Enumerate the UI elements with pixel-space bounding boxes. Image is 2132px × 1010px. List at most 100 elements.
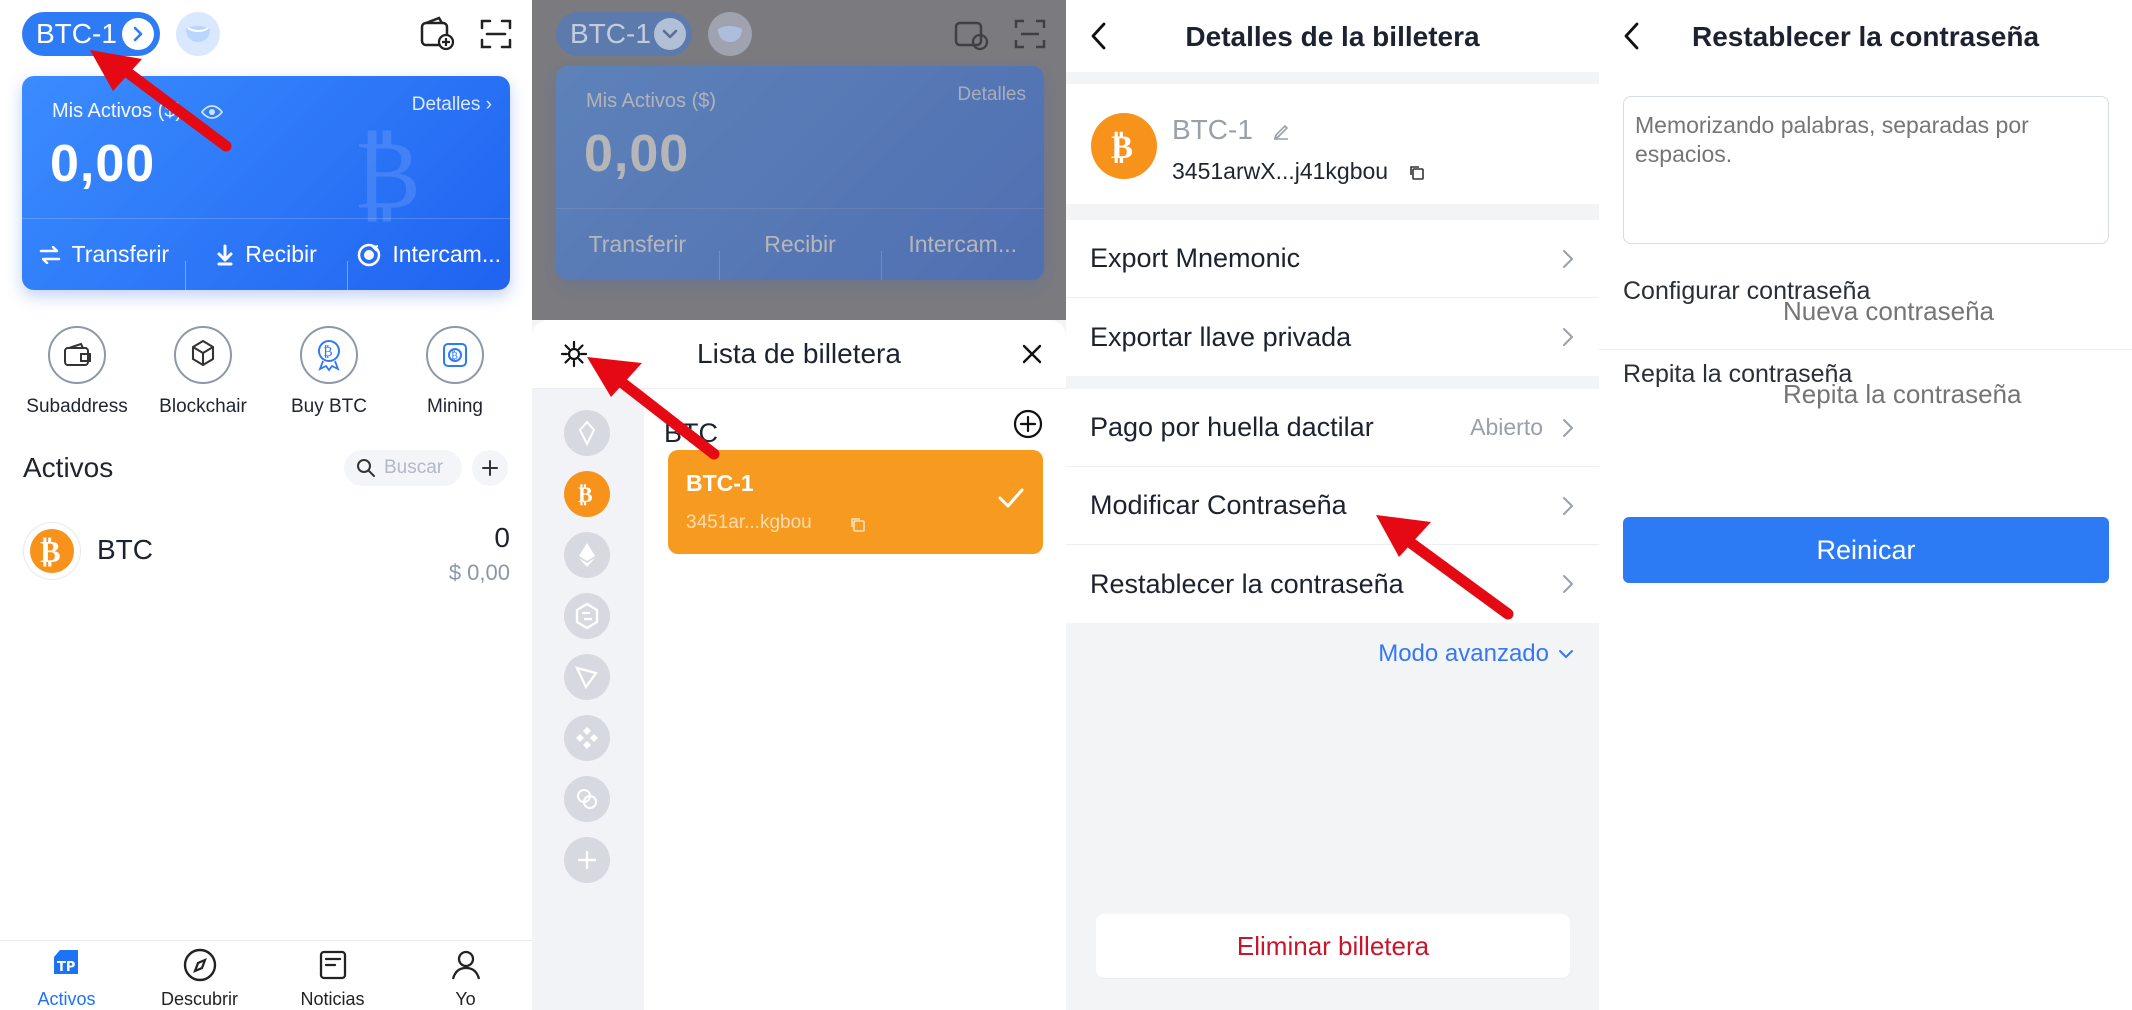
wallet-info-card: ₿ BTC-1 3451arwX...j41kgbou [1066, 84, 1599, 204]
checkmark-icon [997, 486, 1025, 510]
eye-icon[interactable] [200, 103, 224, 121]
quick-link-blockchair[interactable]: Blockchair [141, 326, 265, 418]
new-password-input[interactable] [1783, 291, 2109, 331]
bitcoin-icon: ₿ [1091, 113, 1157, 179]
nav-label: Activos [37, 989, 96, 1009]
quick-link-label: Buy BTC [290, 396, 368, 417]
export-mnemonic-row[interactable]: Export Mnemonic [1066, 220, 1599, 298]
receive-button[interactable]: Recibir [184, 241, 348, 290]
details-header: Detalles de la billetera [1066, 0, 1599, 72]
quick-link-buy-btc[interactable]: ₿ Buy BTC [267, 326, 391, 418]
exchange-button[interactable]: Intercam... [347, 241, 510, 290]
chevron-right-icon [1561, 248, 1575, 270]
export-menu-group: Export Mnemonic Exportar llave privada [1066, 220, 1599, 376]
quick-link-label: Mining [427, 396, 483, 417]
chevron-right-icon [1561, 495, 1575, 517]
reset-password-row[interactable]: Restablecer la contraseña [1066, 545, 1599, 623]
nav-activos[interactable]: TP Activos [0, 941, 133, 1010]
search-placeholder: Buscar [384, 457, 444, 478]
receive-icon [215, 244, 235, 266]
asset-search-input[interactable]: Buscar [344, 450, 462, 486]
asset-balance: 0 [494, 522, 510, 553]
exchange-label: Intercam... [392, 241, 501, 267]
wallet-avatar-dimmed-icon [708, 12, 752, 56]
wallet-selector-dimmed: BTC-1 [556, 12, 692, 56]
wallet-details-screen: Detalles de la billetera ₿ BTC-1 3451arw… [1066, 0, 1599, 1010]
binance-icon[interactable] [564, 715, 610, 761]
chevron-right-icon: › [485, 94, 492, 115]
copy-icon[interactable] [849, 516, 867, 534]
assets-amount: 0,00 [584, 125, 690, 183]
chevron-down-icon [1557, 647, 1575, 661]
wallet-home-screen: BTC-1 Mis Activos ($) Detalles › 0,00 ₿ [0, 0, 532, 1010]
wallet-selector-label: BTC-1 [570, 18, 651, 49]
copy-icon[interactable] [1407, 163, 1427, 183]
details-link-label: Detalles [411, 94, 481, 115]
advanced-mode-toggle[interactable]: Modo avanzado [1378, 640, 1575, 668]
reset-header: Restablecer la contraseña [1599, 0, 2132, 72]
mining-icon: ₿ [426, 326, 484, 384]
card-actions: Transferir Recibir Intercam... [22, 218, 510, 290]
wallet-icon [48, 326, 106, 384]
assets-label-row: Mis Activos ($) [52, 100, 224, 123]
menu-value-wrapper: Abierto [1470, 414, 1575, 441]
assets-summary-card: Mis Activos ($) Detalles › 0,00 ₿ Transf… [22, 76, 510, 290]
quick-link-subaddress[interactable]: Subaddress [15, 326, 139, 418]
quick-link-label: Subaddress [26, 396, 128, 417]
ethereum-icon[interactable] [564, 532, 610, 578]
page-title: Detalles de la billetera [1185, 21, 1480, 52]
page-title: Restablecer la contraseña [1691, 21, 2040, 52]
wallet-list-sheet: Lista de billetera ₿ BTC BTC-1 3451ar...… [532, 320, 1066, 1010]
assets-section-title: Activos [23, 452, 114, 483]
cosmos-icon[interactable] [564, 776, 610, 822]
nav-descubrir[interactable]: Descubrir [133, 941, 266, 1010]
edit-pencil-icon[interactable] [1271, 122, 1291, 142]
modify-password-row[interactable]: Modificar Contraseña [1066, 467, 1599, 545]
assets-summary-card-dimmed: Mis Activos ($) Detalles 0,00 Transferir… [556, 66, 1044, 280]
bitcoin-medal-icon: ₿ [300, 326, 358, 384]
svg-text:₿: ₿ [451, 350, 458, 362]
svg-text:₿: ₿ [1111, 127, 1133, 166]
cube-icon [174, 326, 232, 384]
close-icon[interactable] [1020, 342, 1044, 366]
bitcoin-icon[interactable]: ₿ [564, 471, 610, 517]
mnemonic-input[interactable] [1623, 96, 2109, 244]
compass-icon [182, 945, 218, 985]
bitcoin-watermark-icon: ₿ [354, 117, 421, 226]
assets-label: Mis Activos ($) [586, 90, 717, 112]
quick-link-mining[interactable]: ₿ Mining [393, 326, 517, 418]
menu-label: Pago por huella dactilar [1090, 412, 1374, 442]
security-menu-group: Pago por huella dactilar Abierto Modific… [1066, 389, 1599, 623]
wallet-card-selected[interactable]: BTC-1 3451ar...kgbou [668, 450, 1043, 554]
repeat-password-input[interactable] [1783, 374, 2109, 414]
chevron-right-icon [122, 18, 154, 50]
assets-label: Mis Activos ($) [52, 100, 183, 122]
bottom-navigation: TP Activos Descubrir Noticias Yo [0, 940, 532, 1010]
reset-button[interactable]: Reinicar [1623, 517, 2109, 583]
export-private-key-row[interactable]: Exportar llave privada [1066, 298, 1599, 376]
details-link[interactable]: Detalles › [412, 94, 492, 116]
delete-wallet-button[interactable]: Eliminar billetera [1096, 914, 1570, 978]
add-wallet-circle-icon[interactable] [1012, 408, 1044, 440]
transfer-button[interactable]: Transferir [22, 241, 185, 268]
nav-noticias[interactable]: Noticias [266, 941, 399, 1010]
tron-icon[interactable] [564, 654, 610, 700]
scan-icon[interactable] [474, 12, 518, 56]
svg-text:₿: ₿ [40, 534, 61, 570]
chevron-right-icon [1561, 573, 1575, 595]
wallet-avatar-icon[interactable] [176, 12, 220, 56]
svg-text:₿: ₿ [354, 117, 421, 226]
menu-label: Export Mnemonic [1090, 243, 1301, 273]
hexagon-icon[interactable] [564, 593, 610, 639]
more-icon[interactable] [564, 837, 610, 883]
add-wallet-icon[interactable] [414, 12, 458, 56]
exchange-icon [356, 242, 382, 268]
eos-icon[interactable] [564, 410, 610, 456]
nav-yo[interactable]: Yo [399, 941, 532, 1010]
wallet-address-row: 3451arwX...j41kgbou [1172, 158, 1427, 185]
wallet-address: 3451arwX...j41kgbou [1172, 158, 1389, 184]
fingerprint-payment-row[interactable]: Pago por huella dactilar Abierto [1066, 389, 1599, 467]
wallet-selector-button[interactable]: BTC-1 [22, 12, 160, 56]
search-icon [356, 458, 376, 478]
add-asset-button[interactable] [472, 450, 508, 486]
